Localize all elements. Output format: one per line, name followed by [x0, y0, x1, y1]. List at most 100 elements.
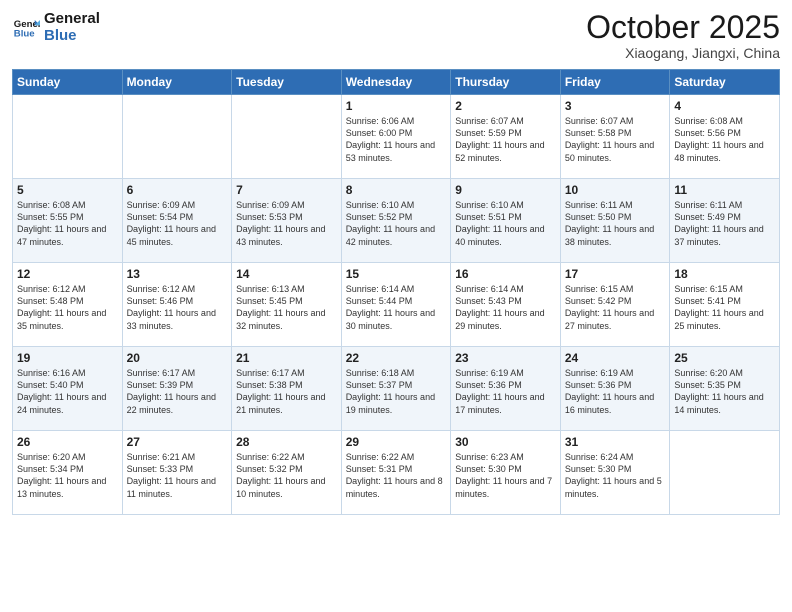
weekday-header: Thursday — [451, 70, 561, 95]
day-number: 15 — [346, 267, 447, 281]
weekday-header: Tuesday — [232, 70, 342, 95]
day-detail: Sunrise: 6:12 AM Sunset: 5:46 PM Dayligh… — [127, 283, 228, 332]
day-number: 13 — [127, 267, 228, 281]
day-number: 27 — [127, 435, 228, 449]
day-detail: Sunrise: 6:14 AM Sunset: 5:44 PM Dayligh… — [346, 283, 447, 332]
day-detail: Sunrise: 6:15 AM Sunset: 5:42 PM Dayligh… — [565, 283, 666, 332]
day-number: 4 — [674, 99, 775, 113]
day-detail: Sunrise: 6:23 AM Sunset: 5:30 PM Dayligh… — [455, 451, 556, 500]
day-detail: Sunrise: 6:18 AM Sunset: 5:37 PM Dayligh… — [346, 367, 447, 416]
day-number: 5 — [17, 183, 118, 197]
svg-text:Blue: Blue — [14, 29, 35, 40]
calendar-day-cell: 31Sunrise: 6:24 AM Sunset: 5:30 PM Dayli… — [560, 431, 670, 515]
day-detail: Sunrise: 6:19 AM Sunset: 5:36 PM Dayligh… — [565, 367, 666, 416]
calendar-day-cell: 18 Sunrise: 6:15 AM Sunset: 5:41 PM Dayli… — [670, 263, 780, 347]
day-detail: Sunrise: 6:22 AM Sunset: 5:31 PM Dayligh… — [346, 451, 447, 500]
day-detail: Sunrise: 6:12 AM Sunset: 5:48 PM Dayligh… — [17, 283, 118, 332]
day-number: 14 — [236, 267, 337, 281]
location: Xiaogang, Jiangxi, China — [586, 45, 780, 61]
calendar-day-cell: 16 Sunrise: 6:14 AM Sunset: 5:43 PM Dayli… — [451, 263, 561, 347]
day-detail: Sunrise: 6:11 AM Sunset: 5:49 PM Dayligh… — [674, 199, 775, 248]
day-detail: Sunrise: 6:11 AM Sunset: 5:50 PM Dayligh… — [565, 199, 666, 248]
calendar-day-cell: 2Sunrise: 6:07 AM Sunset: 5:59 PM Daylig… — [451, 95, 561, 179]
calendar-day-cell: 6Sunrise: 6:09 AM Sunset: 5:54 PM Daylig… — [122, 179, 232, 263]
day-number: 23 — [455, 351, 556, 365]
day-detail: Sunrise: 6:09 AM Sunset: 5:53 PM Dayligh… — [236, 199, 337, 248]
day-detail: Sunrise: 6:08 AM Sunset: 5:55 PM Dayligh… — [17, 199, 118, 248]
calendar-day-cell: 4Sunrise: 6:08 AM Sunset: 5:56 PM Daylig… — [670, 95, 780, 179]
day-number: 3 — [565, 99, 666, 113]
day-number: 16 — [455, 267, 556, 281]
day-number: 26 — [17, 435, 118, 449]
calendar-day-cell: 23Sunrise: 6:19 AM Sunset: 5:36 PM Dayli… — [451, 347, 561, 431]
day-detail: Sunrise: 6:17 AM Sunset: 5:38 PM Dayligh… — [236, 367, 337, 416]
calendar-day-cell: 5 Sunrise: 6:08 AM Sunset: 5:55 PM Daylig… — [13, 179, 123, 263]
day-detail: Sunrise: 6:06 AM Sunset: 6:00 PM Dayligh… — [346, 115, 447, 164]
calendar-day-cell: 17 Sunrise: 6:15 AM Sunset: 5:42 PM Dayli… — [560, 263, 670, 347]
calendar-day-cell: 9Sunrise: 6:10 AM Sunset: 5:51 PM Daylig… — [451, 179, 561, 263]
calendar: SundayMondayTuesdayWednesdayThursdayFrid… — [12, 69, 780, 515]
day-number: 20 — [127, 351, 228, 365]
calendar-day-cell: 10 Sunrise: 6:11 AM Sunset: 5:50 PM Dayli… — [560, 179, 670, 263]
title-block: October 2025 Xiaogang, Jiangxi, China — [586, 10, 780, 61]
day-number: 18 — [674, 267, 775, 281]
day-number: 8 — [346, 183, 447, 197]
calendar-day-cell — [670, 431, 780, 515]
day-number: 25 — [674, 351, 775, 365]
logo: General Blue General Blue — [12, 10, 100, 45]
weekday-header: Sunday — [13, 70, 123, 95]
calendar-day-cell: 3 Sunrise: 6:07 AM Sunset: 5:58 PM Daylig… — [560, 95, 670, 179]
day-detail: Sunrise: 6:15 AM Sunset: 5:41 PM Dayligh… — [674, 283, 775, 332]
weekday-header: Monday — [122, 70, 232, 95]
day-number: 11 — [674, 183, 775, 197]
calendar-day-cell — [122, 95, 232, 179]
day-detail: Sunrise: 6:22 AM Sunset: 5:32 PM Dayligh… — [236, 451, 337, 500]
day-detail: Sunrise: 6:16 AM Sunset: 5:40 PM Dayligh… — [17, 367, 118, 416]
logo-icon: General Blue — [12, 13, 40, 41]
calendar-day-cell: 26 Sunrise: 6:20 AM Sunset: 5:34 PM Dayli… — [13, 431, 123, 515]
day-number: 19 — [17, 351, 118, 365]
day-detail: Sunrise: 6:09 AM Sunset: 5:54 PM Dayligh… — [127, 199, 228, 248]
calendar-day-cell: 15 Sunrise: 6:14 AM Sunset: 5:44 PM Dayli… — [341, 263, 451, 347]
calendar-day-cell: 25Sunrise: 6:20 AM Sunset: 5:35 PM Dayli… — [670, 347, 780, 431]
weekday-header: Friday — [560, 70, 670, 95]
calendar-day-cell — [232, 95, 342, 179]
day-number: 17 — [565, 267, 666, 281]
calendar-day-cell: 30 Sunrise: 6:23 AM Sunset: 5:30 PM Dayli… — [451, 431, 561, 515]
day-number: 7 — [236, 183, 337, 197]
calendar-day-cell: 12Sunrise: 6:12 AM Sunset: 5:48 PM Dayli… — [13, 263, 123, 347]
day-number: 2 — [455, 99, 556, 113]
calendar-week-row: 19 Sunrise: 6:16 AM Sunset: 5:40 PM Dayli… — [13, 347, 780, 431]
day-number: 22 — [346, 351, 447, 365]
calendar-day-cell: 28 Sunrise: 6:22 AM Sunset: 5:32 PM Dayli… — [232, 431, 342, 515]
calendar-week-row: 5 Sunrise: 6:08 AM Sunset: 5:55 PM Daylig… — [13, 179, 780, 263]
calendar-day-cell: 21 Sunrise: 6:17 AM Sunset: 5:38 PM Dayli… — [232, 347, 342, 431]
calendar-day-cell: 20 Sunrise: 6:17 AM Sunset: 5:39 PM Dayli… — [122, 347, 232, 431]
month-title: October 2025 — [586, 10, 780, 45]
day-number: 30 — [455, 435, 556, 449]
calendar-week-row: 1 Sunrise: 6:06 AM Sunset: 6:00 PM Daylig… — [13, 95, 780, 179]
logo-text: General Blue — [44, 10, 100, 45]
day-detail: Sunrise: 6:17 AM Sunset: 5:39 PM Dayligh… — [127, 367, 228, 416]
day-detail: Sunrise: 6:20 AM Sunset: 5:34 PM Dayligh… — [17, 451, 118, 500]
day-number: 29 — [346, 435, 447, 449]
day-number: 28 — [236, 435, 337, 449]
calendar-week-row: 12Sunrise: 6:12 AM Sunset: 5:48 PM Dayli… — [13, 263, 780, 347]
calendar-day-cell: 29 Sunrise: 6:22 AM Sunset: 5:31 PM Dayli… — [341, 431, 451, 515]
day-detail: Sunrise: 6:14 AM Sunset: 5:43 PM Dayligh… — [455, 283, 556, 332]
day-number: 24 — [565, 351, 666, 365]
day-detail: Sunrise: 6:07 AM Sunset: 5:58 PM Dayligh… — [565, 115, 666, 164]
calendar-day-cell: 7 Sunrise: 6:09 AM Sunset: 5:53 PM Daylig… — [232, 179, 342, 263]
weekday-header: Saturday — [670, 70, 780, 95]
calendar-day-cell: 1 Sunrise: 6:06 AM Sunset: 6:00 PM Daylig… — [341, 95, 451, 179]
calendar-day-cell: 19 Sunrise: 6:16 AM Sunset: 5:40 PM Dayli… — [13, 347, 123, 431]
day-detail: Sunrise: 6:24 AM Sunset: 5:30 PM Dayligh… — [565, 451, 666, 500]
day-number: 1 — [346, 99, 447, 113]
day-number: 21 — [236, 351, 337, 365]
day-number: 10 — [565, 183, 666, 197]
calendar-week-row: 26 Sunrise: 6:20 AM Sunset: 5:34 PM Dayli… — [13, 431, 780, 515]
header: General Blue General Blue October 2025 X… — [12, 10, 780, 61]
day-detail: Sunrise: 6:10 AM Sunset: 5:51 PM Dayligh… — [455, 199, 556, 248]
day-detail: Sunrise: 6:10 AM Sunset: 5:52 PM Dayligh… — [346, 199, 447, 248]
calendar-day-cell: 11 Sunrise: 6:11 AM Sunset: 5:49 PM Dayli… — [670, 179, 780, 263]
